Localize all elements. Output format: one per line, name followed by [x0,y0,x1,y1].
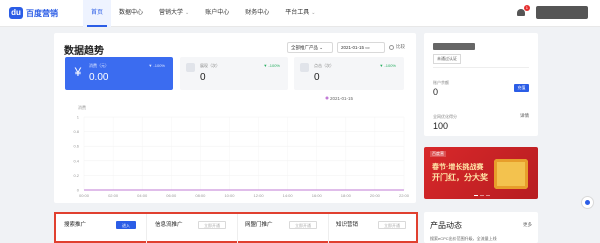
x-tick-label: 20:00 [370,193,381,198]
top-nav-bar: du 百度营销 首页 数据中心 营销大学 ⌄ 账户中心 财务中心 平台工具 ⌄ 1 [0,0,600,27]
gift-illustration-icon [494,159,528,189]
divider [146,214,147,243]
nav-account-center[interactable]: 账户中心 [197,0,237,27]
legend-marker [325,96,329,100]
notification-badge: 1 [523,4,530,11]
promo-banner[interactable]: 百度营 春节·增长挑战赛 开门红，分大奖 [424,147,538,199]
baidu-logo-icon: du [9,7,23,19]
logo[interactable]: du 百度营销 [9,7,69,19]
balance-label: 账户余额 [433,80,449,85]
news-item[interactable]: 搜索eCPC出价范围升级，全流量上线 [430,236,497,242]
product-entry-tiles: 搜索推广 进入 信息流推广 立即开通 网盟门推广 立即开通 知识营销 立即开通 [54,212,418,243]
y-tick-label: 0 [77,188,80,193]
x-tick-label: 16:00 [312,193,323,198]
product-news-title: 产品动态 [430,221,462,230]
product-news-card: 产品动态 更多 搜索eCPC出价范围升级，全流量上线 [424,212,538,243]
main-nav: 首页 数据中心 营销大学 ⌄ 账户中心 财务中心 平台工具 ⌄ [83,0,324,27]
user-name-redacted[interactable] [536,6,588,19]
divider [328,214,329,243]
recharge-button[interactable]: 充值 [514,84,529,92]
tile-knowledge-marketing[interactable]: 知识营销 [336,220,358,228]
more-link[interactable]: 更多 [523,222,532,228]
tile-search-promotion[interactable]: 搜索推广 [64,220,86,228]
activate-button[interactable]: 立即开通 [198,221,226,229]
data-trend-card: 数据趋势 全部推广产品 ⌄ 2021-01-15 ▭ 比较 ¥ 消费（元） ▼ … [54,33,416,203]
x-tick-label: 22:00 [399,193,410,198]
legend-label: 2021-01-15 [330,96,354,101]
chevron-down-icon: ⌄ [185,9,190,16]
enter-button[interactable]: 进入 [116,221,136,229]
divider [237,214,238,243]
balance-value: 0 [433,87,439,97]
banner-subheadline: 开门红，分大奖 [432,173,488,182]
banner-brand: 百度营 [430,151,446,157]
x-tick-label: 00:00 [79,193,90,198]
nav-finance-center[interactable]: 财务中心 [237,0,277,27]
activate-button[interactable]: 立即开通 [289,221,317,229]
nav-marketing-university[interactable]: 营销大学 ⌄ [151,0,197,27]
account-summary-card: 未通过认证 账户余额 0 充值 全网优化得分 100 详情 [424,33,538,136]
banner-headline: 春节·增长挑战赛 [432,164,484,171]
x-tick-label: 18:00 [341,193,352,198]
activate-button[interactable]: 立即开通 [378,221,406,229]
y-tick-label: 0.8 [73,129,79,134]
y-tick-label: 0.4 [73,158,79,163]
chevron-down-icon: ⌄ [311,9,316,16]
optimization-score-value: 100 [433,121,449,131]
nav-home[interactable]: 首页 [83,0,112,27]
floating-assistant-button[interactable] [581,196,594,209]
y-tick-label: 0.2 [73,173,79,178]
account-name-redacted [433,43,475,50]
carousel-dots [474,195,492,196]
detail-link[interactable]: 详情 [520,113,529,119]
x-tick-label: 14:00 [283,193,294,198]
divider [433,67,529,68]
x-tick-label: 08:00 [195,193,206,198]
trend-line-chart: 2021-01-15 消费 1 0.8 0.6 0.4 0.2 000:00 02:00 04:0… [73,96,410,198]
x-tick-label: 06:00 [166,193,177,198]
y-tick-label: 1 [77,115,80,120]
logo-text: 百度营销 [26,8,58,18]
x-tick-label: 04:00 [137,193,148,198]
nav-platform-tools[interactable]: 平台工具 ⌄ [277,0,323,27]
tile-feed-promotion[interactable]: 信息流推广 [155,220,183,228]
y-tick-label: 0.6 [73,144,79,149]
bell-icon[interactable]: 1 [516,4,530,18]
y-axis-title: 消费 [78,104,86,110]
tile-store-promotion[interactable]: 网盟门推广 [245,220,273,228]
nav-data-center[interactable]: 数据中心 [111,0,151,27]
x-tick-label: 12:00 [254,193,265,198]
verification-status-tag[interactable]: 未通过认证 [433,54,461,64]
optimization-score-label: 全网优化得分 [433,114,457,119]
x-tick-label: 02:00 [108,193,119,198]
x-tick-label: 10:00 [224,193,235,198]
